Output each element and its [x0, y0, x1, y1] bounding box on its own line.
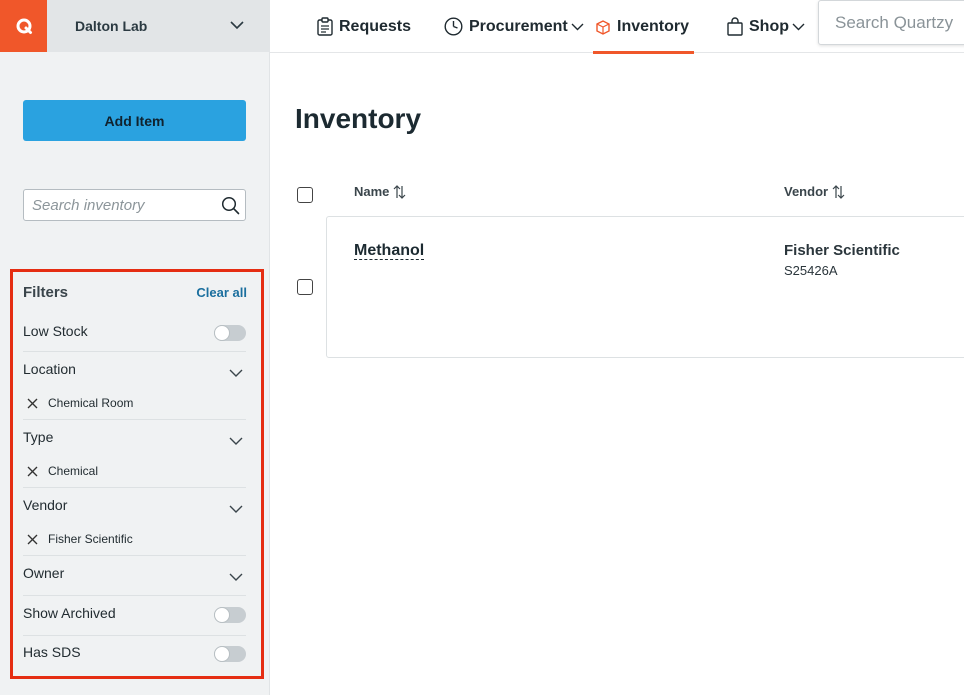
column-header-vendor[interactable]: Vendor — [784, 184, 845, 199]
vendor-chip: Fisher Scientific — [27, 532, 133, 546]
nav-procurement[interactable]: Procurement — [444, 0, 584, 53]
inventory-search-input[interactable] — [24, 190, 214, 220]
filter-location-label: Location — [23, 361, 76, 377]
filter-low-stock: Low Stock — [23, 312, 246, 352]
filters-panel: Filters Clear all Low Stock Location Che… — [10, 269, 264, 679]
filter-show-archived-label: Show Archived — [23, 605, 116, 621]
sort-icon — [393, 184, 406, 199]
close-icon[interactable] — [27, 398, 38, 409]
nav-procurement-label: Procurement — [469, 17, 568, 35]
page-title: Inventory — [295, 103, 422, 134]
low-stock-toggle[interactable] — [214, 325, 246, 341]
filters-title: Filters — [23, 284, 69, 301]
search-icon[interactable] — [221, 196, 240, 215]
nav-inventory-label: Inventory — [617, 17, 690, 35]
lab-switcher[interactable]: Dalton Lab — [47, 0, 270, 52]
filter-vendor: Vendor Fisher Scientific — [23, 488, 246, 556]
location-chip-label: Chemical Room — [48, 396, 134, 410]
filter-type-label: Type — [23, 429, 54, 445]
chevron-down-icon — [792, 23, 805, 31]
filter-has-sds: Has SDS — [23, 636, 246, 674]
clipboard-icon — [317, 17, 333, 36]
chevron-down-icon — [230, 21, 244, 30]
clock-dial-icon — [444, 17, 463, 36]
show-archived-toggle[interactable] — [214, 607, 246, 623]
chevron-down-icon[interactable] — [229, 434, 243, 448]
shopping-bag-icon — [727, 17, 743, 36]
chevron-down-icon[interactable] — [229, 570, 243, 584]
clear-all-link[interactable]: Clear all — [196, 285, 247, 300]
filter-owner: Owner — [23, 556, 246, 596]
table-row[interactable] — [326, 216, 964, 358]
filter-owner-label: Owner — [23, 565, 65, 581]
column-header-name[interactable]: Name — [354, 184, 406, 199]
filter-has-sds-label: Has SDS — [23, 644, 81, 660]
item-name-link[interactable]: Methanol — [354, 242, 425, 260]
close-icon[interactable] — [27, 466, 38, 477]
chevron-down-icon[interactable] — [229, 366, 243, 380]
nav-shop-label: Shop — [749, 17, 789, 35]
column-header-vendor-label: Vendor — [784, 184, 829, 199]
filter-show-archived: Show Archived — [23, 596, 246, 636]
nav-requests-label: Requests — [339, 17, 412, 35]
nav-inventory[interactable]: Inventory — [592, 0, 695, 54]
quartzy-logo-icon — [16, 18, 32, 34]
filter-low-stock-label: Low Stock — [23, 323, 88, 339]
sidebar: Add Item Filters Clear all Low Stock Loc… — [0, 52, 270, 695]
inventory-search — [23, 189, 246, 221]
select-all-checkbox[interactable] — [297, 187, 313, 203]
type-chip-label: Chemical — [48, 464, 99, 478]
quartzy-logo[interactable] — [0, 0, 47, 52]
close-icon[interactable] — [27, 534, 38, 545]
chevron-down-icon[interactable] — [229, 502, 243, 516]
filter-vendor-label: Vendor — [23, 497, 68, 513]
chevron-down-icon — [571, 23, 584, 31]
vendor-name: Fisher Scientific — [784, 242, 900, 259]
row-checkbox[interactable] — [297, 279, 313, 295]
global-search-input[interactable] — [818, 0, 964, 45]
add-item-button[interactable]: Add Item — [23, 100, 246, 141]
vendor-chip-label: Fisher Scientific — [48, 532, 133, 546]
type-chip: Chemical — [27, 464, 98, 478]
nav-requests[interactable]: Requests — [317, 0, 411, 53]
box-icon — [596, 19, 610, 35]
has-sds-toggle[interactable] — [214, 646, 246, 662]
filter-location: Location Chemical Room — [23, 352, 246, 420]
catalog-number: S25426A — [784, 263, 838, 278]
filters-header: Filters Clear all — [23, 284, 247, 301]
lab-name: Dalton Lab — [75, 18, 148, 34]
location-chip: Chemical Room — [27, 396, 133, 410]
column-header-name-label: Name — [354, 184, 390, 199]
sort-icon — [832, 184, 845, 199]
nav-shop[interactable]: Shop — [727, 0, 805, 53]
filter-type: Type Chemical — [23, 420, 246, 488]
